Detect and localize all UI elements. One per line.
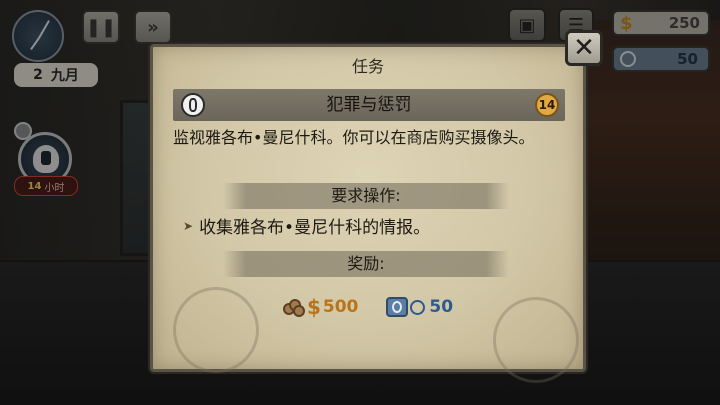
- bullet-arrow-icon: ➤: [183, 218, 194, 233]
- reward-reputation: 50: [386, 297, 453, 317]
- reward-money-value: 500: [322, 297, 359, 317]
- close-button[interactable]: ✕: [565, 30, 603, 66]
- quest-dialog: 任务 犯罪与惩罚 14 监视雅各布•曼尼什科。你可以在商店购买摄像头。 要求操作…: [150, 44, 586, 383]
- requirement-item: ➤ 收集雅各布•曼尼什科的情报。: [183, 213, 430, 238]
- quest-banner: 犯罪与惩罚 14: [173, 89, 565, 121]
- requirements-header: 要求操作:: [223, 183, 509, 209]
- reward-reputation-value: 50: [429, 297, 454, 317]
- quest-level-badge: 14: [535, 93, 559, 117]
- reward-money-symbol: $: [306, 295, 321, 319]
- reputation-symbol-icon: [410, 299, 426, 315]
- quest-description: 监视雅各布•曼尼什科。你可以在商店购买摄像头。: [173, 128, 535, 147]
- dialog-title: 任务: [351, 57, 384, 76]
- rewards-header: 奖励:: [223, 251, 509, 277]
- reward-money: $ 500: [282, 295, 359, 319]
- coins-icon: [282, 297, 305, 317]
- requirement-text: 收集雅各布•曼尼什科的情报。: [199, 218, 431, 238]
- quest-title: 犯罪与惩罚: [326, 95, 412, 115]
- reputation-badge-icon: [386, 297, 409, 317]
- close-icon: ✕: [573, 33, 595, 63]
- rewards-row: $ 500 50: [153, 295, 583, 319]
